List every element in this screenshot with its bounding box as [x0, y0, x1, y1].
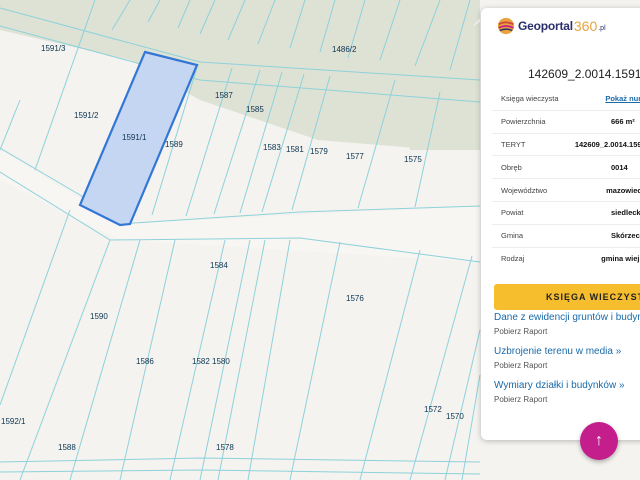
parcel-label: 1579 — [310, 147, 328, 156]
attribute-row-teryt: TERYT 142609_2.0014.1591/1 — [492, 132, 640, 156]
parcel-label: 1591/3 — [41, 44, 66, 53]
parcel-label: 1591/2 — [74, 111, 99, 120]
attribute-value: siedlecki — [611, 208, 640, 218]
brand-logo[interactable]: Geoportal 360 .pl — [497, 16, 606, 36]
parcel-info-panel: Geoportal 360 .pl 142609_2.0014.1591/1 K… — [481, 8, 640, 440]
parcel-label: 1581 — [286, 145, 304, 154]
parcel-label: 1570 — [446, 412, 464, 421]
attribute-value: gmina wiejska — [601, 253, 640, 263]
attribute-value: Skórzec — [611, 231, 640, 241]
parcel-label: 1587 — [215, 91, 233, 100]
attribute-value: 0014 — [611, 162, 628, 172]
parcel-label: 1576 — [346, 294, 364, 303]
attribute-value: mazowieckie — [606, 185, 640, 195]
attribute-label: Obręb — [501, 162, 522, 172]
parcel-label: 1588 — [58, 443, 76, 452]
attribute-row-area: Powierzchnia 666 m² — [492, 109, 640, 133]
attribute-label: Powiat — [501, 208, 524, 218]
parcel-label: 1575 — [404, 155, 422, 164]
download-report-link[interactable]: Pobierz Raport — [494, 361, 640, 370]
attribute-row-powiat: Powiat siedlecki — [492, 200, 640, 224]
download-report-link[interactable]: Pobierz Raport — [494, 327, 640, 336]
parcel-label: 1577 — [346, 152, 364, 161]
parcel-label: 1590 — [90, 312, 108, 321]
download-report-link[interactable]: Pobierz Raport — [494, 395, 640, 404]
scroll-top-button[interactable]: ↑ — [580, 422, 618, 460]
brand-tld: .pl — [598, 25, 606, 32]
parcel-label: 1584 — [210, 261, 228, 270]
attribute-label: Powierzchnia — [501, 117, 546, 127]
parcel-label: 1486/2 — [332, 45, 357, 54]
report-link-ewidencja[interactable]: Dane z ewidencji gruntów i budynków » — [494, 312, 640, 323]
attribute-value: 666 m² — [611, 117, 635, 127]
attribute-label: Województwo — [501, 185, 548, 195]
attribute-row-wojewodztwo: Województwo mazowieckie — [492, 178, 640, 201]
geoportal-globe-icon — [497, 17, 515, 35]
parcel-id-title: 142609_2.0014.1591/1 — [528, 67, 640, 81]
parcel-attributes: Księga wieczysta Pokaż numer Powierzchni… — [492, 87, 640, 269]
brand-name: Geoportal — [518, 19, 573, 33]
parcel-label: 1580 — [212, 357, 230, 366]
parcel-label: 1586 — [136, 357, 154, 366]
attribute-label: Gmina — [501, 231, 524, 241]
attribute-row-gmina: Gmina Skórzec — [492, 223, 640, 247]
report-wymiary: Wymiary działki i budynków » Pobierz Rap… — [494, 380, 640, 404]
parcel-label: 1578 — [216, 443, 234, 452]
arrow-up-icon: ↑ — [595, 432, 603, 449]
parcel-label: 1583 — [263, 143, 281, 152]
report-ewidencja: Dane z ewidencji gruntów i budynków » Po… — [494, 312, 640, 336]
brand-360: 360 — [573, 18, 598, 34]
show-kw-number-link[interactable]: Pokaż numer — [605, 94, 640, 103]
parcel-label: 1585 — [246, 105, 264, 114]
report-uzbrojenie: Uzbrojenie terenu w media » Pobierz Rapo… — [494, 346, 640, 370]
parcel-label: 1591/1 — [122, 133, 147, 142]
attribute-label: TERYT — [501, 139, 526, 149]
report-link-wymiary[interactable]: Wymiary działki i budynków » — [494, 380, 640, 391]
parcel-label: 1572 — [424, 405, 442, 414]
attribute-row-obreb: Obręb 0014 — [492, 155, 640, 178]
ksiega-wieczysta-button[interactable]: KSIĘGA WIECZYSTA — [494, 284, 640, 310]
attribute-label: Księga wieczysta — [501, 93, 559, 103]
parcel-label: 1582 — [192, 357, 210, 366]
attribute-value: 142609_2.0014.1591/1 — [574, 139, 640, 149]
attribute-label: Rodzaj — [501, 253, 525, 263]
attribute-row-kw: Księga wieczysta Pokaż numer — [492, 87, 640, 110]
parcel-label: 1592/1 — [1, 417, 26, 426]
attribute-row-rodzaj: Rodzaj gmina wiejska — [492, 246, 640, 270]
report-link-uzbrojenie[interactable]: Uzbrojenie terenu w media » — [494, 346, 640, 357]
parcel-label: 1589 — [165, 140, 183, 149]
